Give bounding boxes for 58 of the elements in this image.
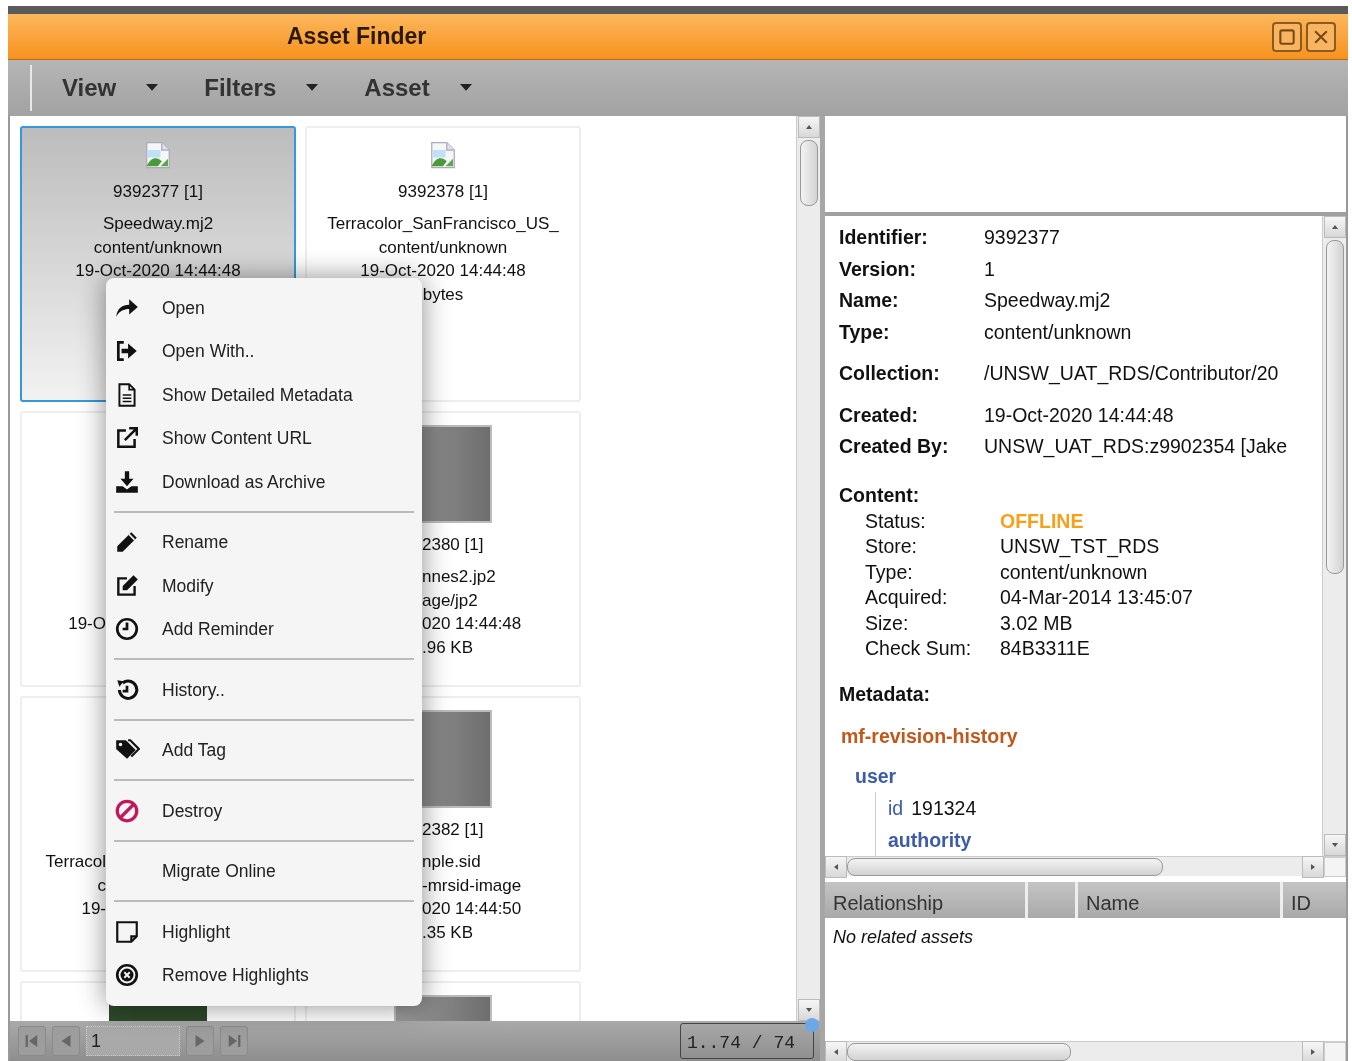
field-label: Store: xyxy=(865,534,919,560)
empty-message: No related assets xyxy=(833,927,974,947)
file-size: bytes xyxy=(422,284,464,304)
metadata-document-name: mf-revision-history xyxy=(840,724,1019,750)
content-type: c xyxy=(97,875,106,895)
asset-id: 2380 [1] xyxy=(422,535,484,554)
content-type: content/unknown xyxy=(93,237,223,257)
file-name: nnes2.jp2 xyxy=(422,567,496,586)
file-size: .96 KB xyxy=(422,637,474,657)
field-label: Check Sum: xyxy=(865,636,973,662)
created-date: 19-Oct-2020 14:44:48 xyxy=(360,261,526,280)
metadata-value: 191324 xyxy=(911,797,977,820)
field-value: 19-Oct-2020 14:44:48 xyxy=(984,402,1174,428)
field-value: UNSW_TST_RDS xyxy=(1000,534,1160,560)
file-name: Speedway.mj2 xyxy=(102,214,214,233)
status-value: OFFLINE xyxy=(1000,508,1084,534)
created-date: 020 14:44:48 xyxy=(422,614,522,633)
asset-id: 9392377 [1] xyxy=(113,182,203,201)
field-label: Type: xyxy=(865,559,914,585)
field-value: 9392377 xyxy=(984,225,1060,250)
file-name: Terracol xyxy=(45,852,106,871)
created-date: 19-O xyxy=(68,614,106,633)
field-value: 84B3311E xyxy=(1000,636,1090,662)
created-date: 19-Oct-2020 14:44:48 xyxy=(75,261,241,280)
metadata-element: authority xyxy=(888,828,973,854)
window-title: Asset Finder xyxy=(287,22,427,52)
content-type: -mrsid-image xyxy=(422,875,522,895)
field-label: Name: xyxy=(839,288,900,313)
file-name: nple.sid xyxy=(422,852,481,871)
asset-id: 2382 [1] xyxy=(422,820,484,839)
created-date: 19- xyxy=(81,899,106,918)
field-label: Status: xyxy=(865,508,927,534)
file-name: Terracolor_SanFrancisco_US_ xyxy=(327,214,559,233)
section-heading: Content: xyxy=(839,482,921,508)
field-value: content/unknown xyxy=(984,319,1132,345)
field-value: UNSW_UAT_RDS:z9902354 [Jake xyxy=(984,434,1288,460)
field-label: Collection: xyxy=(839,361,941,386)
field-label: Created By: xyxy=(839,434,950,459)
field-value: 1 xyxy=(984,256,995,282)
field-label: Type: xyxy=(839,319,891,345)
section-heading: Metadata: xyxy=(839,682,932,708)
metadata-key: id xyxy=(888,797,904,820)
field-label: Acquired: xyxy=(865,585,949,611)
content-type: content/unknown xyxy=(378,237,508,257)
metadata-element: user xyxy=(855,764,898,790)
field-value: 3.02 MB xyxy=(1000,610,1073,636)
file-size: .35 KB xyxy=(422,922,474,942)
field-value: content/unknown xyxy=(1000,559,1148,585)
field-label: Version: xyxy=(839,256,917,282)
field-label: Created: xyxy=(839,402,920,428)
created-date: 020 14:44:50 xyxy=(422,899,522,918)
content-type: age/jp2 xyxy=(422,590,478,610)
field-label: Identifier: xyxy=(839,225,929,250)
field-value: 04-Mar-2014 13:45:07 xyxy=(1000,585,1193,611)
asset-id: 9392378 [1] xyxy=(398,182,488,201)
field-value: Speedway.mj2 xyxy=(984,288,1111,313)
field-label: Size: xyxy=(865,610,910,636)
field-value: /UNSW_UAT_RDS/Contributor/20 xyxy=(984,361,1279,387)
